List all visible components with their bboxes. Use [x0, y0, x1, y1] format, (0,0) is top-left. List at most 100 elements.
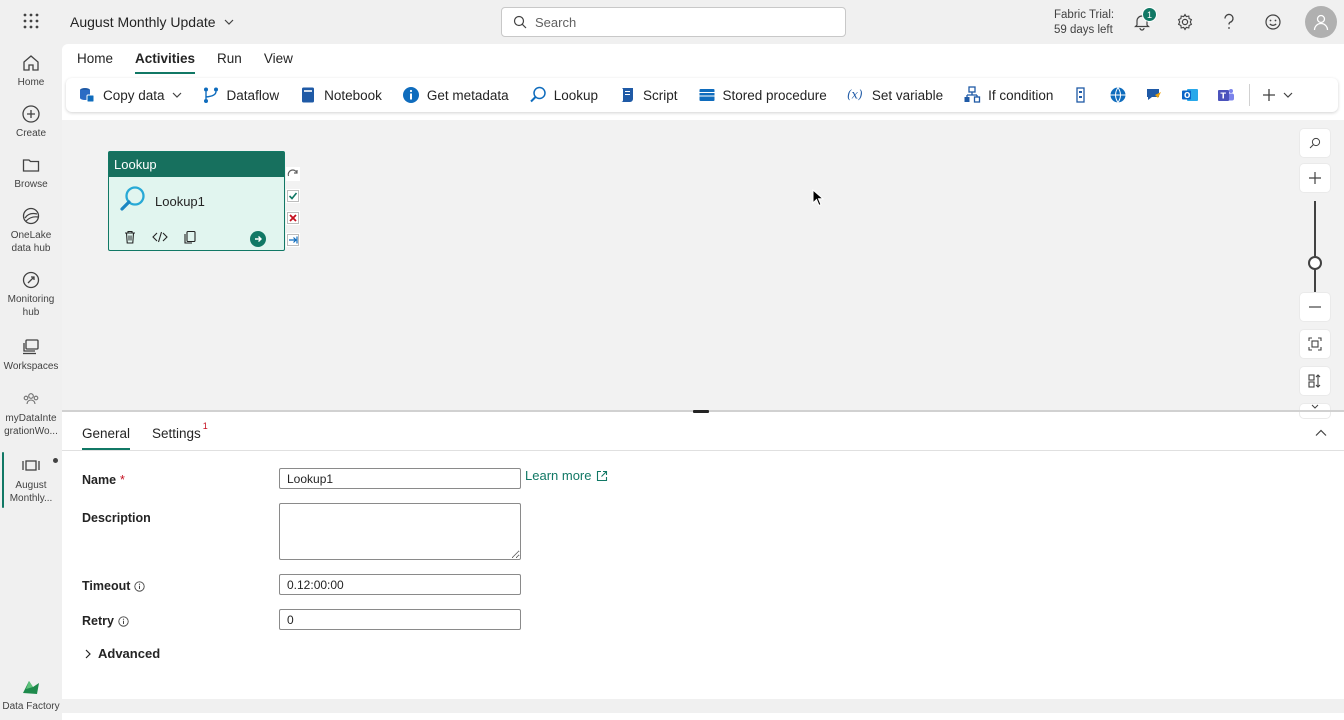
settings-button[interactable]: [1173, 10, 1197, 34]
info-icon[interactable]: [118, 615, 129, 627]
feedback-button[interactable]: [1261, 10, 1285, 34]
person-icon: [1312, 13, 1330, 31]
settings-error-badge: 1: [202, 421, 208, 431]
canvas-search-button[interactable]: [1300, 129, 1330, 157]
advanced-section-toggle[interactable]: Advanced: [84, 646, 160, 661]
search-input[interactable]: [535, 14, 825, 30]
toolbar-separator: [1249, 84, 1251, 106]
dataflow-button[interactable]: Dataflow: [202, 86, 279, 104]
tab-settings[interactable]: Settings 1: [152, 421, 208, 450]
notification-badge: 1: [1142, 7, 1157, 22]
pipeline-title-dropdown[interactable]: August Monthly Update: [70, 14, 234, 30]
rail-item-monitoring-hub[interactable]: Monitoring hub: [0, 270, 62, 319]
zoom-slider-thumb[interactable]: [1308, 256, 1322, 270]
rail-item-browse[interactable]: Browse: [0, 155, 62, 192]
skip-port-icon[interactable]: [286, 167, 300, 181]
name-input[interactable]: [279, 468, 521, 489]
copy-data-button[interactable]: Copy data: [78, 86, 182, 104]
zoom-in-button[interactable]: [1300, 164, 1330, 192]
info-icon[interactable]: [134, 580, 146, 592]
web-activity-button[interactable]: [1109, 86, 1127, 104]
script-icon: [618, 86, 636, 104]
search-box[interactable]: [501, 7, 846, 37]
panel-resize-handle[interactable]: [693, 410, 709, 413]
user-avatar[interactable]: [1305, 6, 1337, 38]
lookup-label: Lookup: [553, 87, 598, 103]
set-variable-label: Set variable: [871, 87, 944, 103]
variable-icon: (x): [847, 86, 865, 104]
lookup-activity-card[interactable]: Lookup Lookup1: [108, 151, 285, 251]
tab-run[interactable]: Run: [217, 44, 242, 74]
script-button[interactable]: Script: [618, 86, 678, 104]
rail-item-label: Browse: [14, 179, 48, 190]
timeout-input[interactable]: [279, 574, 521, 595]
tab-home[interactable]: Home: [77, 44, 113, 74]
rail-item-label: Data Factory: [2, 701, 60, 712]
pipeline-editor: Home Activities Run View Copy data Dataf…: [62, 44, 1344, 720]
fit-to-screen-button[interactable]: [1300, 330, 1330, 358]
activities-toolbar: Copy data Dataflow Notebook Get metadata: [66, 78, 1338, 112]
rail-item-august-monthly[interactable]: August Monthly...: [0, 452, 62, 508]
stored-procedure-icon: [698, 86, 716, 104]
outlook-icon: O: [1181, 86, 1199, 104]
help-button[interactable]: [1217, 10, 1241, 34]
set-variable-button[interactable]: (x) Set variable: [847, 86, 943, 104]
auto-align-icon: [1308, 374, 1322, 388]
rail-item-label: OneLake data hub: [10, 230, 52, 254]
minus-icon: [1308, 300, 1322, 314]
rail-item-create[interactable]: Create: [0, 104, 62, 141]
activity-actions: [123, 230, 197, 244]
lookup-button[interactable]: Lookup: [529, 86, 598, 104]
rail-item-onelake-data-hub[interactable]: OneLake data hub: [0, 206, 62, 255]
webhook-activity-button[interactable]: [1145, 86, 1163, 104]
app-launcher-icon[interactable]: [22, 12, 40, 30]
switch-activity-button[interactable]: [1073, 86, 1091, 104]
teams-activity-button[interactable]: T: [1217, 86, 1235, 104]
required-indicator: *: [120, 473, 125, 487]
pipeline-canvas[interactable]: Lookup Lookup1: [62, 120, 1344, 418]
auto-align-button[interactable]: [1300, 367, 1330, 395]
tab-activities[interactable]: Activities: [135, 44, 196, 74]
left-navigation-rail: Home Create Browse OneLake data hub Monit…: [0, 44, 62, 720]
get-metadata-button[interactable]: Get metadata: [402, 86, 509, 104]
collapse-panel-button[interactable]: [1314, 426, 1328, 440]
svg-text:(x): (x): [847, 88, 863, 102]
chevron-down-icon: [224, 19, 234, 25]
description-input[interactable]: [279, 503, 521, 560]
outlook-activity-button[interactable]: O: [1181, 86, 1199, 104]
success-port-icon[interactable]: [286, 189, 300, 203]
code-icon[interactable]: [152, 230, 168, 244]
rail-item-label: August Monthly...: [9, 480, 53, 504]
script-label: Script: [642, 87, 678, 103]
search-icon: [513, 15, 527, 29]
open-external-icon: [596, 470, 608, 482]
folder-icon: [21, 155, 41, 175]
chevron-down-icon: [172, 92, 182, 98]
rail-item-data-factory[interactable]: Data Factory: [0, 677, 62, 714]
tab-general[interactable]: General: [82, 426, 131, 450]
arrow-right-circle-icon[interactable]: [250, 231, 266, 247]
completion-port-icon[interactable]: [286, 233, 300, 247]
notebook-button[interactable]: Notebook: [299, 86, 382, 104]
retry-input[interactable]: [279, 609, 521, 630]
monitoring-icon: [21, 270, 41, 290]
failure-port-icon[interactable]: [286, 211, 300, 225]
zoom-out-button[interactable]: [1300, 293, 1330, 321]
notifications-button[interactable]: 1: [1130, 7, 1157, 34]
ribbon-tabs: Home Activities Run View: [62, 44, 315, 74]
workspaces-icon: [21, 337, 41, 357]
stored-procedure-button[interactable]: Stored procedure: [698, 86, 827, 104]
more-activities-button[interactable]: [1262, 88, 1293, 102]
rail-item-workspaces[interactable]: Workspaces: [0, 337, 62, 374]
copy-icon[interactable]: [183, 230, 197, 244]
rail-item-home[interactable]: Home: [0, 53, 62, 90]
tab-view[interactable]: View: [264, 44, 293, 74]
globe-icon: [1109, 86, 1127, 104]
delete-icon[interactable]: [123, 230, 137, 244]
copy-data-icon: [78, 86, 96, 104]
data-factory-icon: [20, 677, 42, 697]
rail-item-workspace-mydataintegration[interactable]: myDataInte grationWo...: [0, 389, 62, 438]
zoom-slider-track[interactable]: [1314, 201, 1316, 301]
if-condition-button[interactable]: If condition: [963, 86, 1053, 104]
learn-more-link[interactable]: Learn more: [525, 468, 608, 483]
